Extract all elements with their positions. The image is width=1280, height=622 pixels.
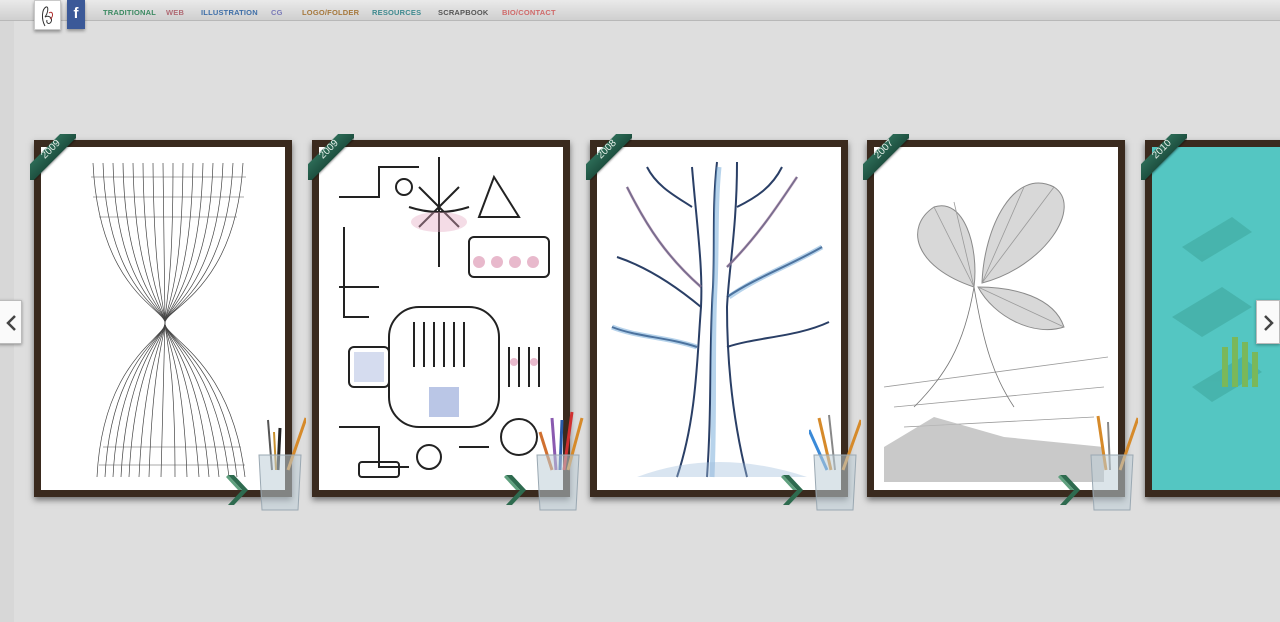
nav-cg[interactable]: CG: [271, 8, 283, 17]
view-arrow-icon[interactable]: [1056, 472, 1086, 508]
nav-resources[interactable]: RESOURCES: [372, 8, 421, 17]
chevron-right-icon: [1264, 315, 1274, 331]
artwork-tree: [611, 161, 830, 478]
pencil-cup-icon: [258, 417, 306, 511]
year-ribbon-5: 2010: [1141, 134, 1187, 180]
artwork-machine: [339, 157, 550, 478]
artwork-hourglass: [91, 162, 246, 478]
view-arrow-icon[interactable]: [502, 472, 532, 508]
nav-logo-folder[interactable]: LOGO/FOLDER: [302, 8, 359, 17]
pencil-cup-icon: [1090, 415, 1138, 511]
view-arrow-icon[interactable]: [779, 472, 809, 508]
year-ribbon-4: 2007: [863, 134, 909, 180]
nav-web[interactable]: WEB: [166, 8, 184, 17]
nav-traditional[interactable]: TRADITIONAL: [103, 8, 156, 17]
pencil-cup-icon: [809, 414, 861, 511]
prev-slide-button[interactable]: [0, 300, 22, 344]
artwork-butterfly: [883, 182, 1109, 482]
top-navigation-bar: [0, 0, 1280, 21]
signature-logo-icon[interactable]: [34, 0, 61, 30]
nav-illustration[interactable]: ILLUSTRATION: [201, 8, 258, 17]
facebook-icon[interactable]: f: [67, 0, 85, 29]
next-slide-button[interactable]: [1256, 300, 1280, 344]
year-ribbon-2: 2009: [308, 134, 354, 180]
pencil-cup-icon: [536, 411, 584, 511]
nav-bio-contact[interactable]: BIO/CONTACT: [502, 8, 556, 17]
view-arrow-icon[interactable]: [224, 472, 254, 508]
year-ribbon-3: 2008: [586, 134, 632, 180]
chevron-left-icon: [6, 315, 16, 331]
nav-scrapbook[interactable]: SCRAPBOOK: [438, 8, 489, 17]
year-ribbon-1: 2009: [30, 134, 76, 180]
